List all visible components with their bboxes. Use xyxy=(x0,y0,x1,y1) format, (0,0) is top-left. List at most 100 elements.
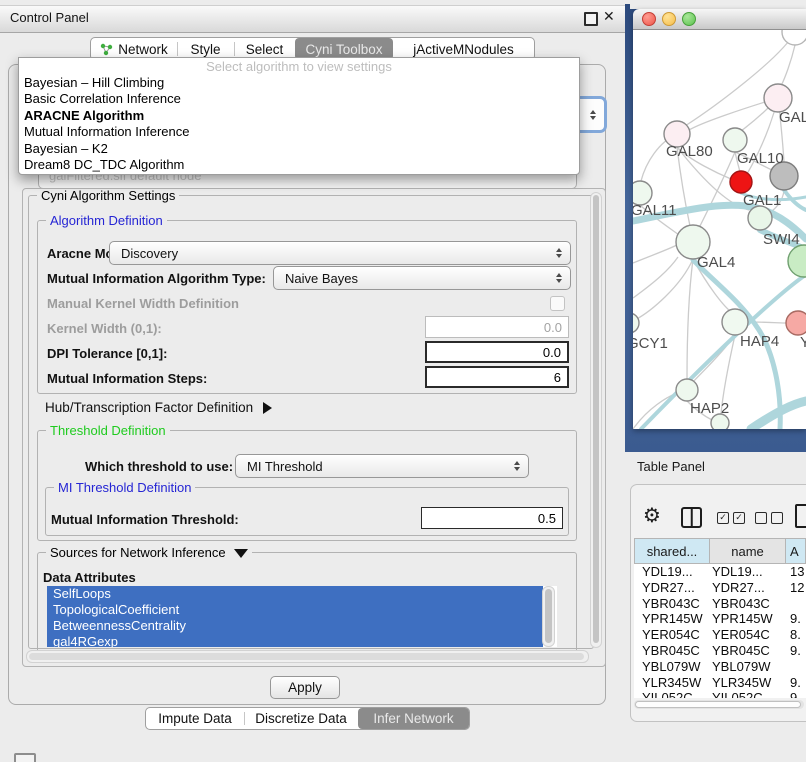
table-cell: YER054C xyxy=(712,627,790,643)
network-view-window: GAL7GAL80GAL10GAL1GAL11SWI4GAL4GCY1HAP4Y… xyxy=(633,9,806,429)
network-node[interactable] xyxy=(788,245,806,277)
table-cell: 9. xyxy=(790,675,806,691)
table-horizontal-scrollbar[interactable] xyxy=(634,700,804,709)
algorithm-option[interactable]: ARACNE Algorithm xyxy=(19,108,579,124)
attributes-list-scrollbar[interactable] xyxy=(542,586,555,647)
tab-impute-data[interactable]: Impute Data xyxy=(146,708,244,729)
column-header-name[interactable]: name xyxy=(710,538,786,564)
application-window: Control Panel ✕ Network Style Select Cyn… xyxy=(0,0,806,762)
network-node-label: Y xyxy=(800,334,806,351)
table-cell: 9. xyxy=(790,643,806,659)
network-node[interactable] xyxy=(782,30,806,45)
network-node-gal10[interactable] xyxy=(723,128,747,152)
network-node-label: GAL1 xyxy=(743,192,781,209)
sources-title[interactable]: Sources for Network Inference xyxy=(46,545,252,560)
table-cell: YDR27... xyxy=(712,580,790,596)
select-all-rows-icon[interactable]: ✓✓ xyxy=(717,512,745,524)
close-window-icon[interactable] xyxy=(642,12,656,26)
network-edge[interactable] xyxy=(687,259,693,379)
table-row[interactable]: YER054CYER054C8. xyxy=(634,627,806,643)
minimized-panel-icon[interactable] xyxy=(14,753,36,762)
table-row[interactable]: YBL079WYBL079W xyxy=(634,659,806,675)
manual-kernel-checkbox[interactable] xyxy=(550,296,565,311)
network-node-gcy1[interactable] xyxy=(633,313,639,333)
network-node-label: GAL4 xyxy=(697,254,735,271)
algorithm-option[interactable]: Bayesian – Hill Climbing xyxy=(19,75,579,91)
table-cell: YER054C xyxy=(634,627,712,643)
attribute-list-item[interactable]: gal4RGexp xyxy=(47,634,543,647)
network-node-hap2[interactable] xyxy=(676,379,698,401)
table-cell: YBR045C xyxy=(634,643,712,659)
mi-steps-label: Mutual Information Steps: xyxy=(47,371,207,386)
network-canvas[interactable]: GAL7GAL80GAL10GAL1GAL11SWI4GAL4GCY1HAP4Y… xyxy=(633,30,806,429)
table-row[interactable]: YLR345WYLR345W9. xyxy=(634,675,806,691)
network-node-swi4[interactable] xyxy=(748,206,772,230)
table-row[interactable]: YPR145WYPR145W9. xyxy=(634,611,806,627)
mi-threshold-field[interactable]: 0.5 xyxy=(421,507,563,529)
dpi-tolerance-field[interactable]: 0.0 xyxy=(425,341,569,363)
close-panel-button[interactable]: ✕ xyxy=(603,8,615,25)
control-panel-title: Control Panel xyxy=(10,10,89,25)
float-window-button[interactable] xyxy=(584,12,598,26)
settings-horizontal-scrollbar[interactable] xyxy=(26,650,589,663)
network-node-label: HAP4 xyxy=(740,333,779,350)
column-header-shared-name[interactable]: shared... xyxy=(634,538,710,564)
column-header-partial[interactable]: A xyxy=(786,538,806,564)
deselect-all-rows-icon[interactable] xyxy=(755,512,783,524)
algorithm-option[interactable]: Dream8 DC_TDC Algorithm xyxy=(19,157,579,173)
tab-discretize-data[interactable]: Discretize Data xyxy=(244,708,358,729)
algorithm-option[interactable]: Mutual Information Inference xyxy=(19,124,579,140)
attribute-list-item[interactable]: BetweennessCentrality xyxy=(47,618,543,634)
table-cell: YDR27... xyxy=(634,580,712,596)
aracne-mode-combobox[interactable]: Discovery xyxy=(109,241,571,265)
data-attributes-list[interactable]: SelfLoopsTopologicalCoefficientBetweenne… xyxy=(47,586,557,647)
table-row[interactable]: YDR27...YDR27...12 xyxy=(634,580,806,596)
which-threshold-combobox[interactable]: MI Threshold xyxy=(235,454,529,478)
attribute-list-item[interactable]: SelfLoops xyxy=(47,586,543,602)
settings-scrollpane: Cyni Algorithm Settings Algorithm Defini… xyxy=(22,188,606,667)
table-settings-gear-icon[interactable]: ⚙ xyxy=(643,503,661,527)
table-row[interactable]: YDL19...YDL19...13 xyxy=(634,564,806,580)
table-cell: YBR043C xyxy=(712,596,790,612)
attribute-list-item[interactable]: TopologicalCoefficient xyxy=(47,602,543,618)
table-cell: YLR345W xyxy=(712,675,790,691)
mi-type-label: Mutual Information Algorithm Type: xyxy=(47,271,266,286)
apply-button[interactable]: Apply xyxy=(270,676,340,699)
table-cell: YIL052C xyxy=(712,690,790,698)
mi-steps-field[interactable]: 6 xyxy=(425,366,569,388)
network-node-y[interactable] xyxy=(786,311,806,335)
network-edge[interactable] xyxy=(633,259,693,321)
kernel-width-field[interactable]: 0.0 xyxy=(425,316,569,338)
network-node-label: GCY1 xyxy=(633,335,668,352)
control-panel-titlebar xyxy=(0,5,625,33)
zoom-window-icon[interactable] xyxy=(682,12,696,26)
table-row[interactable]: YBR045CYBR045C9. xyxy=(634,643,806,659)
network-node-hap4[interactable] xyxy=(722,309,748,335)
split-columns-icon[interactable] xyxy=(681,507,702,528)
export-table-icon[interactable] xyxy=(795,504,806,528)
network-edge[interactable] xyxy=(633,245,677,263)
network-node-label: GAL11 xyxy=(633,202,677,219)
collapsed-arrow-icon xyxy=(263,402,272,414)
table-row[interactable]: YBR043CYBR043C xyxy=(634,596,806,612)
table-body[interactable]: YDL19...YDL19...13YDR27...YDR27...12YBR0… xyxy=(634,564,806,698)
settings-vertical-scrollbar[interactable] xyxy=(590,192,602,648)
algorithm-option[interactable]: Bayesian – K2 xyxy=(19,141,579,157)
network-node-gal1[interactable] xyxy=(730,171,752,193)
network-graph[interactable]: GAL7GAL80GAL10GAL1GAL11SWI4GAL4GCY1HAP4Y… xyxy=(633,30,806,429)
network-edge[interactable] xyxy=(633,257,678,298)
algorithm-definition-title: Algorithm Definition xyxy=(46,213,167,228)
table-row[interactable]: YIL052CYIL052C9 xyxy=(634,690,806,698)
tab-infer-network[interactable]: Infer Network xyxy=(358,708,469,729)
network-window-titlebar xyxy=(633,9,806,30)
hub-section-toggle[interactable]: Hub/Transcription Factor Definition xyxy=(45,400,272,415)
minimize-window-icon[interactable] xyxy=(662,12,676,26)
mi-type-combobox[interactable]: Naive Bayes xyxy=(273,266,571,290)
kernel-width-label: Kernel Width (0,1): xyxy=(47,321,162,336)
table-cell: YBR045C xyxy=(712,643,790,659)
cyni-algorithm-settings-title: Cyni Algorithm Settings xyxy=(37,188,179,203)
algorithm-option[interactable]: Basic Correlation Inference xyxy=(19,91,579,107)
network-edge[interactable] xyxy=(781,45,795,86)
network-node-gal7[interactable] xyxy=(764,84,792,112)
network-edge[interactable] xyxy=(699,152,735,228)
